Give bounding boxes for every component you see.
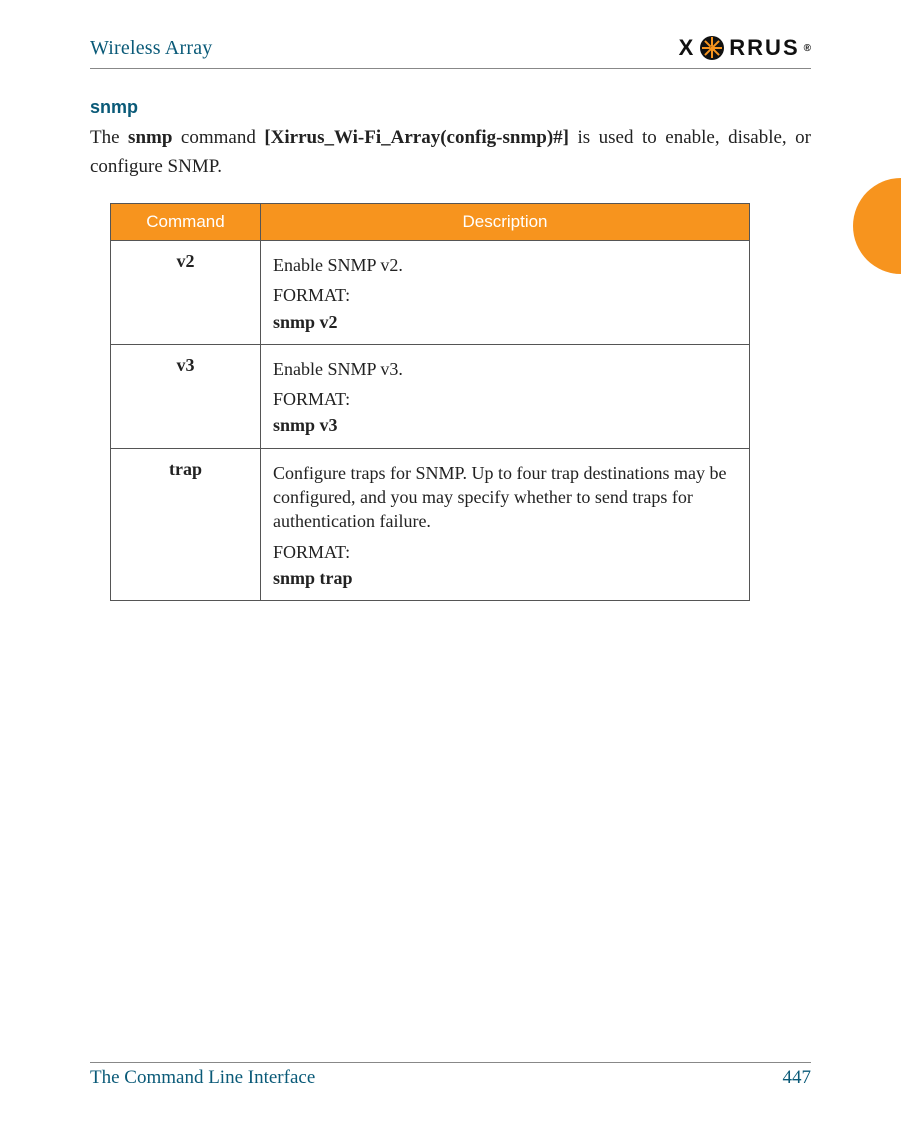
cell-command-description: Configure traps for SNMP. Up to four tra… — [261, 448, 750, 600]
footer-chapter: The Command Line Interface — [90, 1067, 315, 1089]
table-header-row: Command Description — [111, 204, 750, 241]
cell-command-name: v2 — [111, 241, 261, 345]
command-table: Command Description v2 Enable SNMP v2. F… — [110, 203, 750, 601]
page: Wireless Array X RRUS ® snmp The snmp co… — [0, 0, 901, 1133]
logo-trademark: ® — [804, 43, 811, 54]
section-intro: The snmp command [Xirrus_Wi-Fi_Array(con… — [90, 124, 811, 181]
logo-text-left: X — [679, 35, 696, 61]
format-label: FORMAT: — [273, 540, 737, 564]
header-rule — [90, 68, 811, 69]
logo-icon — [700, 36, 724, 60]
footer-page-number: 447 — [783, 1067, 812, 1089]
section-tab-icon — [853, 178, 901, 274]
desc-text: Enable SNMP v2. — [273, 253, 737, 277]
logo-text-right: RRUS — [729, 35, 799, 61]
table-row: v2 Enable SNMP v2. FORMAT: snmp v2 — [111, 241, 750, 345]
format-command: snmp trap — [273, 566, 737, 590]
document-title: Wireless Array — [90, 37, 213, 60]
format-command: snmp v3 — [273, 413, 737, 437]
desc-text: Configure traps for SNMP. Up to four tra… — [273, 461, 737, 534]
cell-command-name: v3 — [111, 344, 261, 448]
desc-text: Enable SNMP v3. — [273, 357, 737, 381]
th-command: Command — [111, 204, 261, 241]
cell-command-name: trap — [111, 448, 261, 600]
intro-prompt: Xirrus_Wi-Fi_Array(config-snmp)# — [271, 127, 563, 148]
footer-rule — [90, 1062, 811, 1063]
section-heading: snmp — [90, 97, 811, 118]
th-description: Description — [261, 204, 750, 241]
format-label: FORMAT: — [273, 387, 737, 411]
intro-text: The — [90, 127, 128, 148]
brand-logo: X RRUS ® — [679, 35, 811, 61]
command-table-wrap: Command Description v2 Enable SNMP v2. F… — [110, 203, 750, 601]
format-command: snmp v2 — [273, 310, 737, 334]
cell-command-description: Enable SNMP v2. FORMAT: snmp v2 — [261, 241, 750, 345]
table-row: trap Configure traps for SNMP. Up to fou… — [111, 448, 750, 600]
page-header: Wireless Array X RRUS ® — [90, 30, 811, 66]
format-label: FORMAT: — [273, 283, 737, 307]
intro-text: command — [172, 127, 264, 148]
table-row: v3 Enable SNMP v3. FORMAT: snmp v3 — [111, 344, 750, 448]
intro-command: snmp — [128, 127, 172, 148]
page-footer: The Command Line Interface 447 — [90, 1062, 811, 1089]
cell-command-description: Enable SNMP v3. FORMAT: snmp v3 — [261, 344, 750, 448]
